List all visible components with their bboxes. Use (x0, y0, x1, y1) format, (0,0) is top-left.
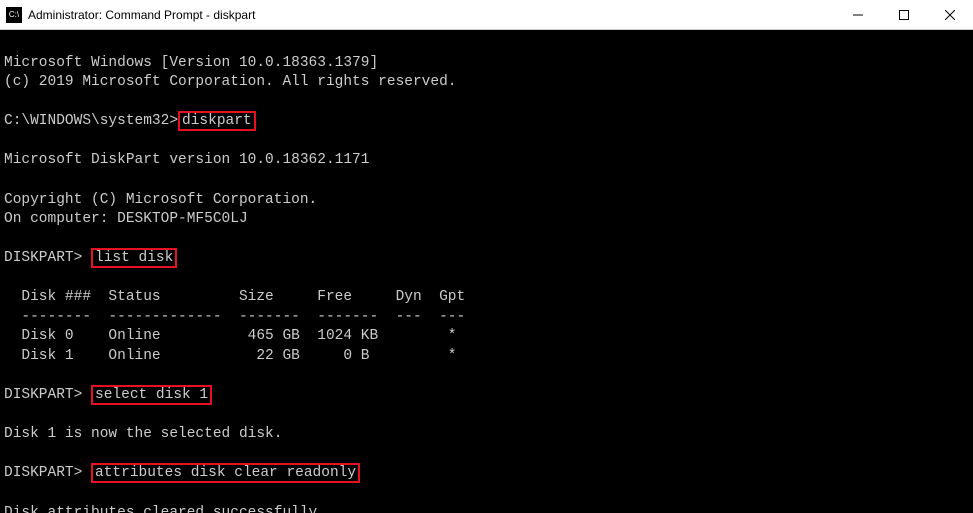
command-list-disk: list disk (91, 248, 177, 268)
version-line: Microsoft Windows [Version 10.0.18363.13… (4, 55, 378, 71)
prompt-line: DISKPART> attributes disk clear readonly (4, 463, 360, 483)
table-header: Disk ### Status Size Free Dyn Gpt (4, 289, 465, 305)
command-attributes-clear: attributes disk clear readonly (91, 463, 360, 483)
table-row: Disk 0 Online 465 GB 1024 KB * (4, 328, 456, 344)
prompt-prefix: DISKPART> (4, 250, 91, 266)
cleared-message: Disk attributes cleared successfully. (4, 505, 326, 513)
copyright-line: (c) 2019 Microsoft Corporation. All righ… (4, 74, 456, 90)
close-button[interactable] (927, 0, 973, 29)
command-prompt-window: C:\ Administrator: Command Prompt - disk… (0, 0, 973, 513)
prompt-prefix: DISKPART> (4, 465, 91, 481)
command-select-disk: select disk 1 (91, 385, 212, 405)
diskpart-version: Microsoft DiskPart version 10.0.18362.11… (4, 152, 369, 168)
cmd-icon: C:\ (6, 7, 22, 23)
prompt-prefix: DISKPART> (4, 387, 91, 403)
selected-message: Disk 1 is now the selected disk. (4, 426, 282, 442)
table-divider: -------- ------------- ------- ------- -… (4, 309, 465, 325)
table-row: Disk 1 Online 22 GB 0 B * (4, 348, 456, 364)
command-diskpart: diskpart (178, 111, 256, 131)
minimize-button[interactable] (835, 0, 881, 29)
diskpart-copyright: Copyright (C) Microsoft Corporation. (4, 192, 317, 208)
computer-name: On computer: DESKTOP-MF5C0LJ (4, 211, 248, 227)
prompt-line: DISKPART> list disk (4, 248, 177, 268)
titlebar[interactable]: C:\ Administrator: Command Prompt - disk… (0, 0, 973, 30)
prompt-line: DISKPART> select disk 1 (4, 385, 212, 405)
window-controls (835, 0, 973, 29)
prompt-line: C:\WINDOWS\system32>diskpart (4, 111, 256, 131)
maximize-button[interactable] (881, 0, 927, 29)
terminal-output[interactable]: Microsoft Windows [Version 10.0.18363.13… (0, 30, 973, 513)
prompt-prefix: C:\WINDOWS\system32> (4, 113, 178, 129)
window-title: Administrator: Command Prompt - diskpart (28, 8, 835, 22)
cmd-icon-text: C:\ (9, 10, 19, 19)
